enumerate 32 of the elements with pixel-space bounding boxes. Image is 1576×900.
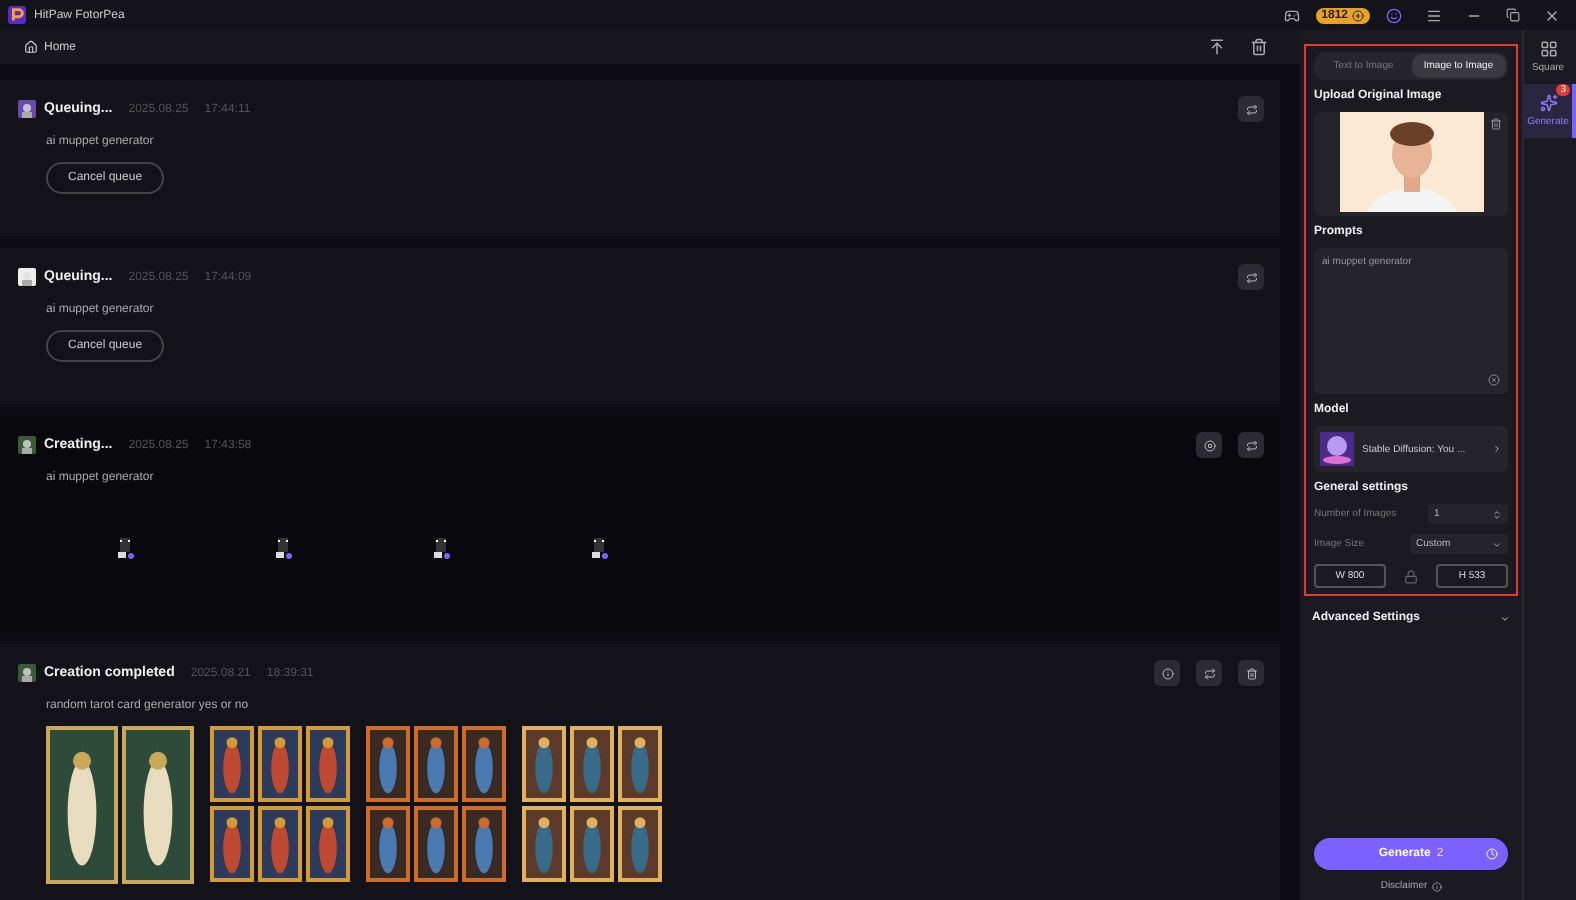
grid-icon: [1539, 40, 1557, 58]
repeat-icon: [1245, 439, 1257, 451]
info-icon: [1431, 881, 1442, 891]
info-icon: [1161, 667, 1173, 679]
stop-icon: [1203, 439, 1215, 451]
trash-icon: [1245, 667, 1257, 679]
stop-button[interactable]: [1196, 432, 1222, 458]
delete-icon[interactable]: [1490, 118, 1502, 130]
repeat-icon: [1203, 667, 1215, 679]
clear-icon[interactable]: [1488, 374, 1500, 386]
info-button[interactable]: [1154, 660, 1180, 686]
clock-icon: [1486, 848, 1498, 860]
home-icon: [24, 40, 38, 54]
chevron-down-icon: [1492, 539, 1502, 549]
chevron-down-icon: [1500, 613, 1510, 623]
upload-area[interactable]: [1314, 112, 1508, 216]
loading-icon: [590, 537, 608, 559]
loading-icon: [116, 537, 134, 559]
repeat-icon: [1245, 103, 1257, 115]
regenerate-button[interactable]: [1196, 660, 1222, 686]
lock-icon[interactable]: [1404, 569, 1418, 583]
loading-icon: [274, 537, 292, 559]
regenerate-button[interactable]: [1238, 96, 1264, 122]
regenerate-button[interactable]: [1238, 432, 1264, 458]
stepper-arrows-icon: [1492, 509, 1502, 519]
repeat-icon: [1245, 271, 1257, 283]
chevron-right-icon: [1492, 444, 1502, 454]
regenerate-button[interactable]: [1238, 264, 1264, 290]
delete-button[interactable]: [1238, 660, 1264, 686]
app-logo-icon: [8, 6, 26, 24]
loading-icon: [432, 537, 450, 559]
sparkle-icon: [1539, 94, 1557, 112]
